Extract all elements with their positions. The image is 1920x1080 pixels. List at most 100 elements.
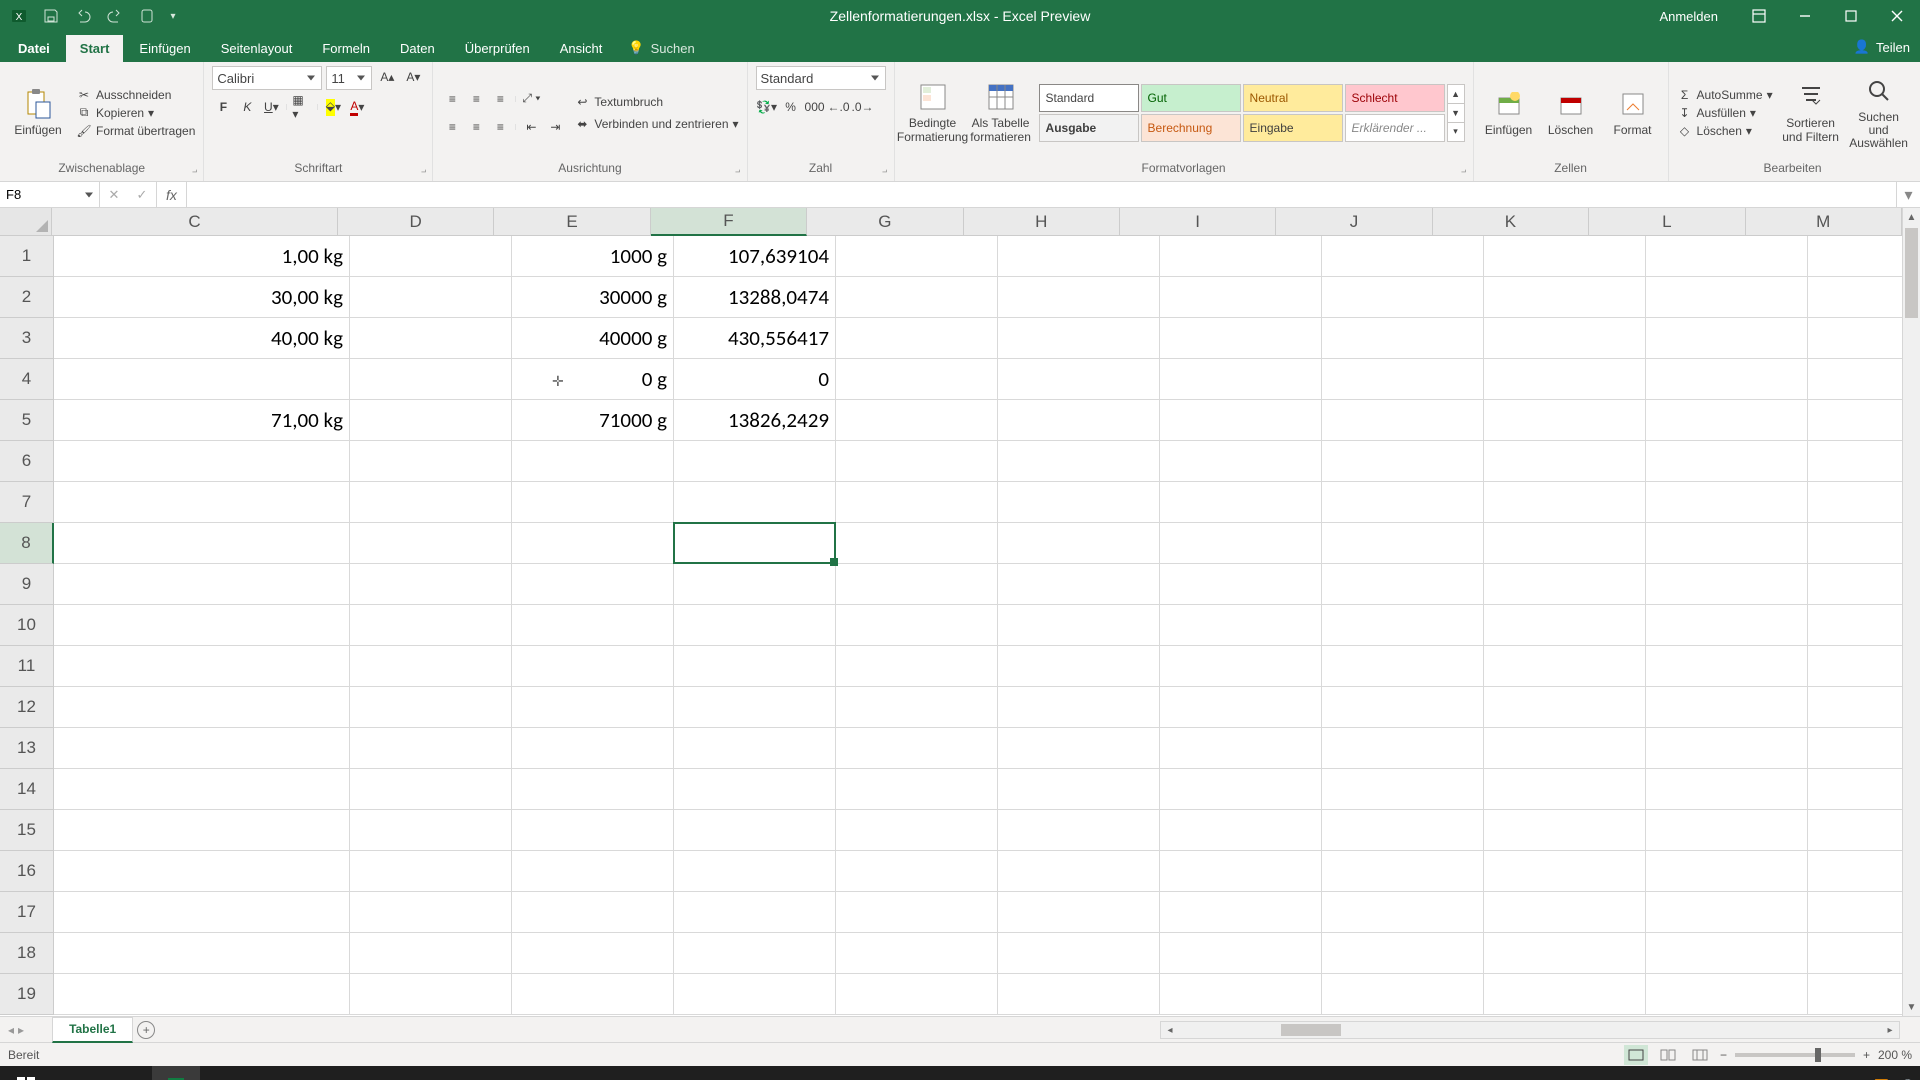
- cell[interactable]: [998, 933, 1160, 974]
- align-center-button[interactable]: ≡: [465, 116, 487, 138]
- cell[interactable]: [1160, 646, 1322, 687]
- scroll-left-icon[interactable]: ◂: [1161, 1022, 1179, 1038]
- row-header[interactable]: 6: [0, 441, 54, 482]
- row-header[interactable]: 9: [0, 564, 54, 605]
- page-break-view-icon[interactable]: [1688, 1045, 1712, 1065]
- font-size-combo[interactable]: 11: [326, 66, 372, 90]
- row-header[interactable]: 13: [0, 728, 54, 769]
- conditional-formatting-button[interactable]: Bedingte Formatierung: [903, 81, 963, 143]
- cell[interactable]: [1322, 359, 1484, 400]
- cell[interactable]: 13288,0474: [674, 277, 836, 318]
- cell[interactable]: [1160, 933, 1322, 974]
- row-header[interactable]: 15: [0, 810, 54, 851]
- cell[interactable]: [1646, 851, 1808, 892]
- cell[interactable]: [836, 482, 998, 523]
- style-eingabe[interactable]: Eingabe: [1243, 114, 1343, 142]
- paste-button[interactable]: Einfügen: [8, 88, 68, 137]
- decrease-decimal-button[interactable]: .0→: [852, 96, 874, 118]
- cell[interactable]: [350, 564, 512, 605]
- cell[interactable]: [1322, 441, 1484, 482]
- cell[interactable]: 30,00 kg: [54, 277, 350, 318]
- cell[interactable]: [674, 482, 836, 523]
- cell[interactable]: [674, 564, 836, 605]
- cell[interactable]: [512, 441, 674, 482]
- tab-data[interactable]: Daten: [386, 35, 449, 62]
- cell[interactable]: [1484, 646, 1646, 687]
- cell[interactable]: [674, 687, 836, 728]
- column-header[interactable]: H: [964, 208, 1120, 236]
- cell[interactable]: [998, 318, 1160, 359]
- cell[interactable]: [1322, 318, 1484, 359]
- align-bottom-button[interactable]: ≡: [489, 88, 511, 110]
- cell[interactable]: [674, 769, 836, 810]
- cell[interactable]: [1322, 236, 1484, 277]
- cell[interactable]: [512, 605, 674, 646]
- style-berechnung[interactable]: Berechnung: [1141, 114, 1241, 142]
- cell[interactable]: [1160, 810, 1322, 851]
- redo-icon[interactable]: [102, 3, 128, 29]
- cell[interactable]: [512, 687, 674, 728]
- cell[interactable]: [54, 892, 350, 933]
- cell[interactable]: [1646, 646, 1808, 687]
- touch-mode-icon[interactable]: [134, 3, 160, 29]
- cell[interactable]: [1160, 277, 1322, 318]
- orientation-button[interactable]: ⤢ ▾: [520, 88, 542, 110]
- cell[interactable]: [512, 933, 674, 974]
- cell[interactable]: [1160, 892, 1322, 933]
- vertical-scroll-thumb[interactable]: [1905, 228, 1918, 318]
- cell[interactable]: [998, 646, 1160, 687]
- cell[interactable]: [54, 728, 350, 769]
- style-gut[interactable]: Gut: [1141, 84, 1241, 112]
- cell[interactable]: [1322, 482, 1484, 523]
- style-ausgabe[interactable]: Ausgabe: [1039, 114, 1139, 142]
- page-layout-view-icon[interactable]: [1656, 1045, 1680, 1065]
- cell[interactable]: [1646, 400, 1808, 441]
- tab-formulas[interactable]: Formeln: [308, 35, 384, 62]
- cell[interactable]: [1322, 851, 1484, 892]
- cell[interactable]: [350, 277, 512, 318]
- clear-button[interactable]: ◇Löschen ▾: [1677, 123, 1773, 139]
- cell[interactable]: [1160, 523, 1322, 564]
- cell[interactable]: [674, 974, 836, 1015]
- cell[interactable]: [1160, 564, 1322, 605]
- cell[interactable]: [998, 482, 1160, 523]
- column-header[interactable]: C: [52, 208, 338, 236]
- cell[interactable]: [512, 769, 674, 810]
- cancel-formula-icon[interactable]: ✕: [100, 187, 128, 203]
- cell[interactable]: [1646, 236, 1808, 277]
- cell[interactable]: [1322, 400, 1484, 441]
- excel-taskbar-icon[interactable]: X: [152, 1066, 200, 1080]
- new-sheet-button[interactable]: +: [133, 1017, 159, 1043]
- cell[interactable]: [1484, 728, 1646, 769]
- cell[interactable]: [350, 523, 512, 564]
- cell[interactable]: [998, 441, 1160, 482]
- autosum-button[interactable]: ΣAutoSumme ▾: [1677, 87, 1773, 103]
- row-header[interactable]: 5: [0, 400, 54, 441]
- cell[interactable]: [836, 523, 998, 564]
- cell[interactable]: [512, 892, 674, 933]
- cell[interactable]: [836, 441, 998, 482]
- tab-view[interactable]: Ansicht: [546, 35, 617, 62]
- cell[interactable]: [1484, 851, 1646, 892]
- cell[interactable]: [836, 974, 998, 1015]
- row-header[interactable]: 2: [0, 277, 54, 318]
- cell[interactable]: [836, 277, 998, 318]
- cell[interactable]: [998, 687, 1160, 728]
- increase-decimal-button[interactable]: ←.0: [828, 96, 850, 118]
- vertical-scrollbar[interactable]: ▲ ▼: [1902, 208, 1920, 1016]
- formula-input[interactable]: [187, 182, 1896, 207]
- column-header[interactable]: J: [1276, 208, 1432, 236]
- cell[interactable]: [1646, 482, 1808, 523]
- cell[interactable]: [54, 851, 350, 892]
- format-painter-button[interactable]: 🖌Format übertragen: [76, 123, 195, 139]
- cell[interactable]: [836, 892, 998, 933]
- scroll-down-icon[interactable]: ▼: [1903, 998, 1920, 1016]
- cell[interactable]: [350, 687, 512, 728]
- cell[interactable]: [350, 769, 512, 810]
- row-header[interactable]: 12: [0, 687, 54, 728]
- cell[interactable]: [1160, 687, 1322, 728]
- qat-customize-icon[interactable]: ▾: [166, 3, 180, 29]
- style-neutral[interactable]: Neutral: [1243, 84, 1343, 112]
- cell[interactable]: 107,639104: [674, 236, 836, 277]
- zoom-slider[interactable]: [1735, 1053, 1855, 1057]
